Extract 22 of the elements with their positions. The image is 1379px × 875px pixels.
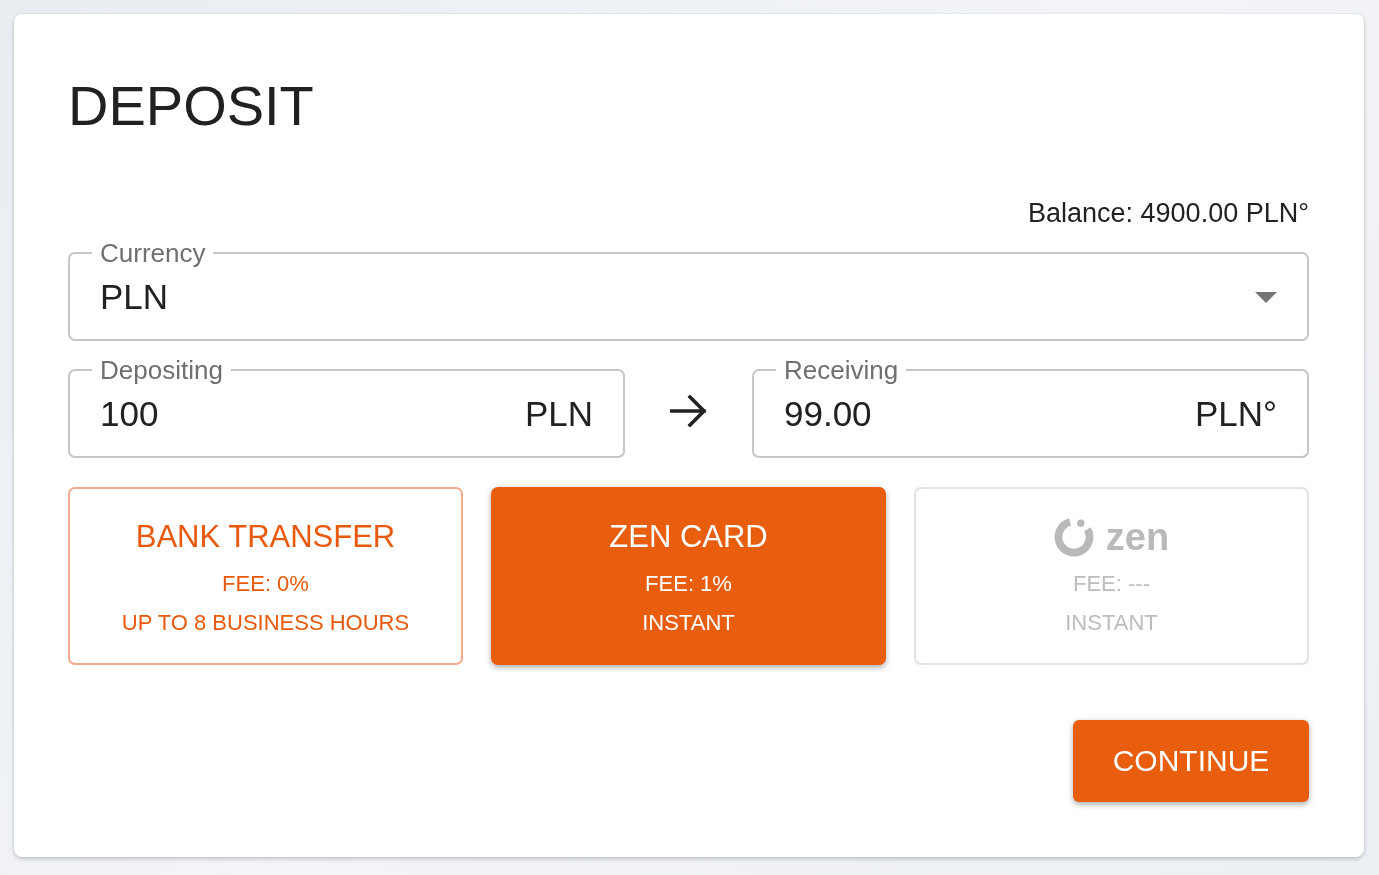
right-arrow-icon: [669, 394, 708, 427]
timing-text: INSTANT: [642, 610, 735, 636]
dialog-title: DEPOSIT: [68, 73, 314, 139]
timing-text: UP TO 8 BUSINESS HOURS: [121, 610, 410, 636]
payment-option-card[interactable]: ZEN CARD FEE: 1% INSTANT: [491, 487, 886, 665]
broken-ring-icon: [1053, 517, 1094, 557]
option-title: ZEN CARD: [609, 518, 768, 556]
timing-text: INSTANT: [1065, 610, 1158, 636]
dropdown-caret-icon: [1255, 291, 1277, 303]
fee-text: FEE: ---: [1073, 571, 1150, 597]
fee-text: FEE: 1%: [645, 571, 732, 597]
currency-unit: PLN: [524, 394, 593, 434]
field-label: Receiving: [783, 355, 900, 385]
fee-text: FEE: 0%: [222, 571, 309, 597]
balance-text: Balance: 4900.00 PLN°: [1028, 197, 1309, 229]
field-label: Currency: [99, 238, 207, 268]
logo-text: zen: [1105, 518, 1170, 556]
field-label: Depositing: [99, 355, 224, 385]
currency-unit: PLN°: [1194, 394, 1277, 434]
option-title: BANK TRANSFER: [135, 518, 396, 556]
payment-option-card[interactable]: BANK TRANSFER FEE: 0% UP TO 8 BUSINESS HOURS: [68, 487, 463, 665]
continue-button[interactable]: CONTINUE: [1073, 720, 1309, 802]
